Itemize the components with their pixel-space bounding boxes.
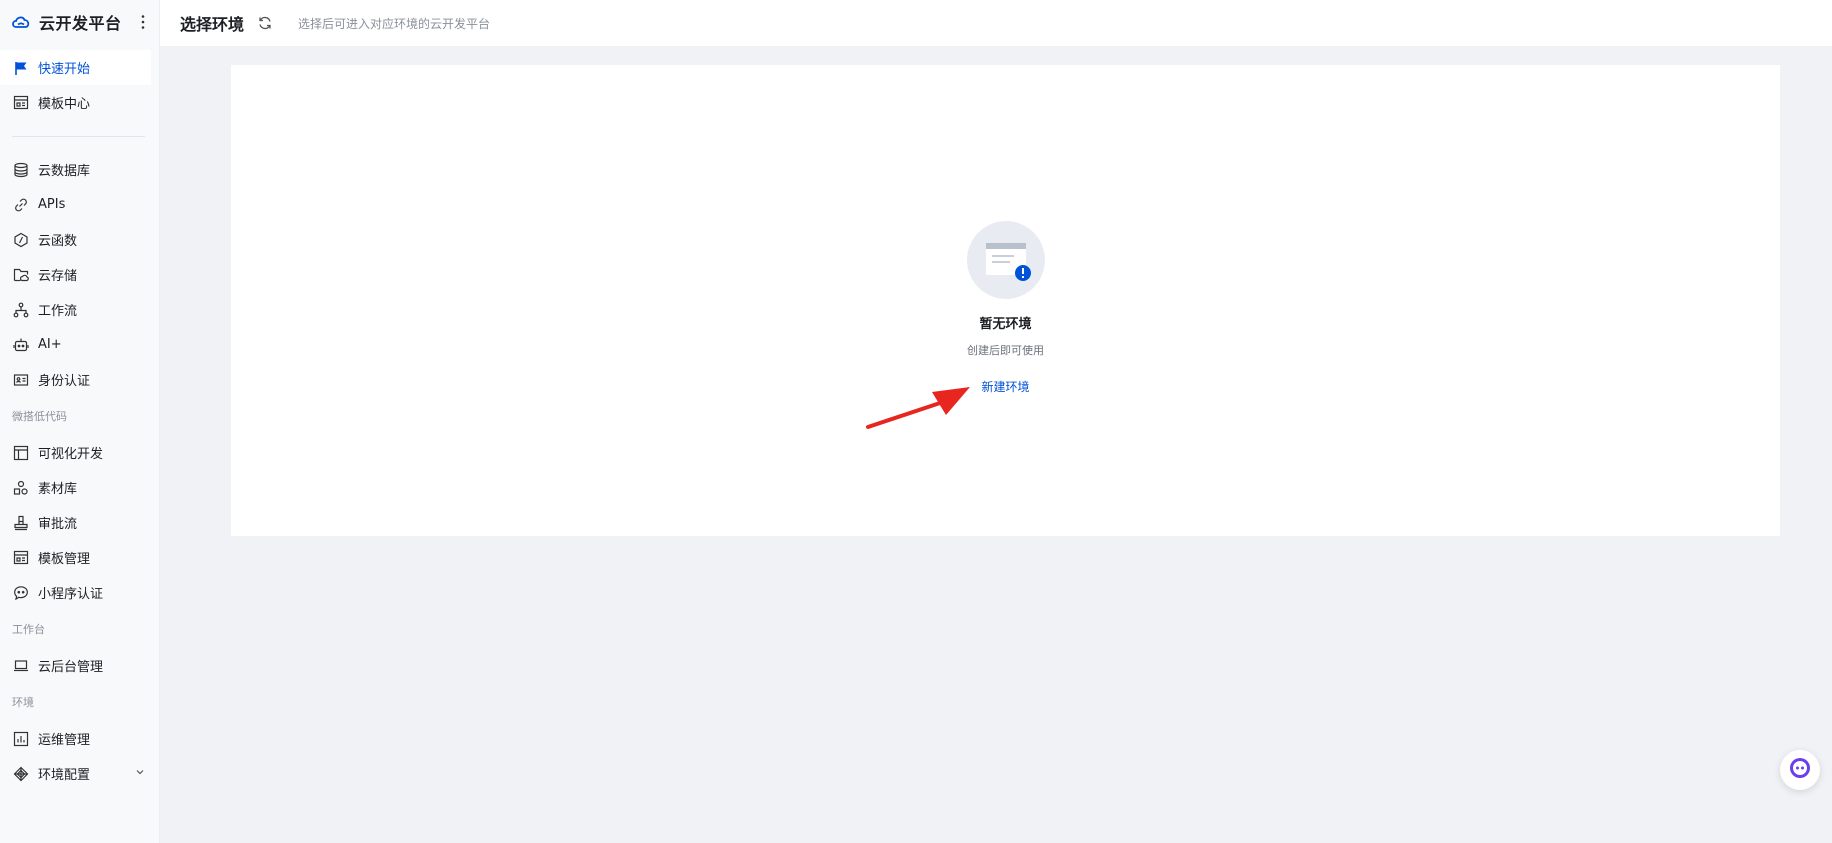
empty-description: 创建后即可使用 — [967, 344, 1044, 357]
flag-icon — [12, 59, 30, 77]
layout-icon — [12, 444, 30, 462]
robot-icon — [12, 336, 30, 354]
sidebar-item-identity[interactable]: 身份认证 — [0, 362, 159, 397]
sidebar-item-template-center[interactable]: 模板中心 — [0, 85, 159, 120]
sidebar-item-database[interactable]: 云数据库 — [0, 152, 159, 187]
page-subtitle: 选择后可进入对应环境的云开发平台 — [298, 16, 491, 31]
shapes-icon — [12, 479, 30, 497]
sidebar-item-functions[interactable]: 云函数 — [0, 222, 159, 257]
group-label-env: 环境 — [12, 696, 34, 709]
sidebar-item-label: 可视化开发 — [38, 447, 104, 462]
page-header: 选择环境 选择后可进入对应环境的云开发平台 — [160, 0, 1832, 46]
group-label-workbench: 工作台 — [12, 623, 45, 636]
sidebar-item-ai[interactable]: AI+ — [0, 327, 159, 362]
sidebar-item-label: AI+ — [38, 337, 62, 352]
template-manage-icon — [12, 549, 30, 567]
sidebar-item-materials[interactable]: 素材库 — [0, 470, 159, 505]
sidebar-divider — [12, 136, 145, 137]
sidebar-item-label: 环境配置 — [38, 768, 91, 783]
sidebar-item-template-manage[interactable]: 模板管理 — [0, 540, 159, 575]
sidebar-item-label: 云存储 — [38, 269, 78, 284]
sidebar-item-quick-start[interactable]: 快速开始 — [0, 50, 151, 85]
sidebar-item-ops[interactable]: 运维管理 — [0, 721, 159, 756]
config-icon — [12, 765, 30, 783]
template-icon — [12, 94, 30, 112]
workflow-icon — [12, 301, 30, 319]
laptop-icon — [12, 657, 30, 675]
annotation-arrow-icon — [866, 387, 970, 429]
sidebar-item-label: 素材库 — [38, 482, 78, 497]
brand: 云开发平台 — [0, 0, 159, 44]
id-card-icon — [12, 371, 30, 389]
sidebar-item-label: 云数据库 — [38, 164, 91, 179]
database-icon — [12, 161, 30, 179]
page-title: 选择环境 — [180, 15, 245, 34]
create-environment-link[interactable]: 新建环境 — [981, 378, 1029, 395]
storage-icon — [12, 266, 30, 284]
group-label-lowcode: 微搭低代码 — [12, 410, 67, 423]
sidebar-item-label: 运维管理 — [38, 733, 91, 748]
sidebar-item-storage[interactable]: 云存储 — [0, 257, 159, 292]
sidebar-item-label: 云后台管理 — [38, 660, 104, 675]
sidebar-item-approval[interactable]: 审批流 — [0, 505, 159, 540]
sidebar-item-cloud-admin[interactable]: 云后台管理 — [0, 648, 159, 683]
refresh-icon[interactable] — [256, 14, 274, 32]
chart-icon — [12, 730, 30, 748]
sidebar-item-env-config[interactable]: 环境配置 — [0, 756, 159, 791]
sidebar-item-label: APIs — [38, 197, 66, 212]
assistant-robot-icon — [1788, 756, 1812, 784]
sidebar-item-label: 模板中心 — [38, 97, 91, 112]
sidebar-item-label: 审批流 — [38, 517, 78, 532]
sidebar-item-label: 模板管理 — [38, 552, 91, 567]
cloud-icon — [11, 14, 31, 30]
more-vertical-icon[interactable] — [137, 11, 149, 33]
sidebar-item-apis[interactable]: APIs — [0, 187, 159, 222]
empty-doc-icon — [966, 221, 1045, 299]
empty-state: 暂无环境 创建后即可使用 新建环境 — [231, 221, 1780, 395]
sidebar-item-label: 云函数 — [38, 234, 78, 249]
brand-name: 云开发平台 — [39, 14, 122, 33]
sidebar: 云开发平台 快速开始 模板中心 云数据库 APIs 云函数 云存储 工作流 AI… — [0, 0, 160, 843]
assistant-button[interactable] — [1780, 750, 1820, 790]
sidebar-item-label: 身份认证 — [38, 374, 91, 389]
sidebar-item-miniprogram-auth[interactable]: 小程序认证 — [0, 575, 159, 610]
environment-card: 暂无环境 创建后即可使用 新建环境 — [231, 65, 1780, 536]
chevron-down-icon[interactable] — [135, 766, 145, 781]
chat-bubble-icon — [12, 584, 30, 602]
sidebar-item-workflow[interactable]: 工作流 — [0, 292, 159, 327]
stamp-icon — [12, 514, 30, 532]
function-icon — [12, 231, 30, 249]
sidebar-item-visual-dev[interactable]: 可视化开发 — [0, 435, 159, 470]
sidebar-item-label: 工作流 — [38, 304, 78, 319]
link-icon — [12, 196, 30, 214]
sidebar-item-label: 小程序认证 — [38, 587, 104, 602]
sidebar-item-label: 快速开始 — [38, 62, 91, 77]
empty-title: 暂无环境 — [979, 317, 1032, 332]
